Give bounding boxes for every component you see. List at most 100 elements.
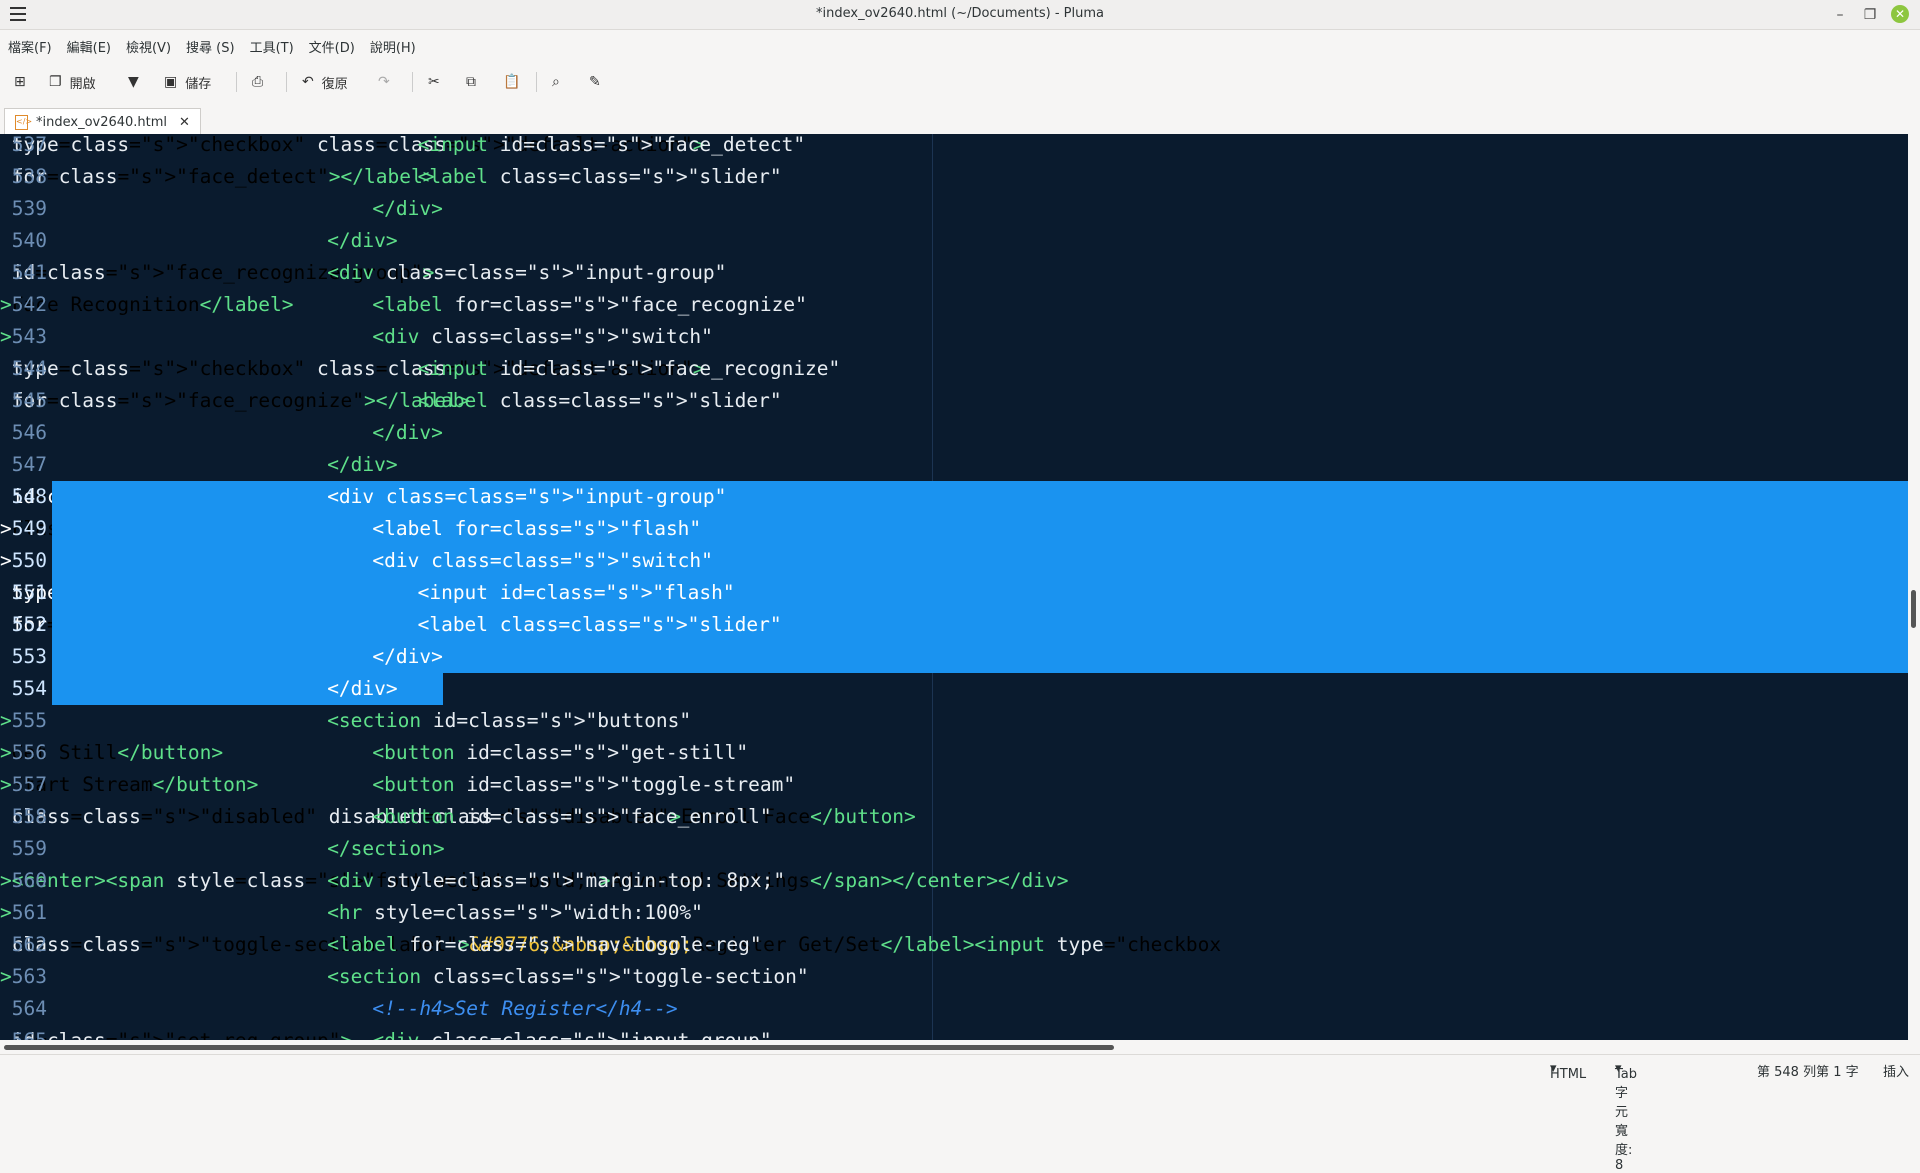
code-line[interactable]: 538 <label class=class="s">"slider" for=c… (0, 161, 1908, 193)
line-text: <input id=class="s">"face_detect" (417, 134, 806, 156)
close-icon[interactable]: ✕ (1891, 5, 1909, 23)
line-text: <div class=class="s">"switch" (372, 325, 713, 348)
code-line[interactable]: 545 <label class=class="s">"slider" for=c… (0, 385, 1908, 417)
code-line[interactable]: 563 <section class=class="s">"toggle-sect… (0, 961, 1908, 993)
code-line[interactable]: 555 <section id=class="s">"buttons" > (0, 705, 1908, 737)
paste-button[interactable]: 📋 (503, 70, 520, 94)
code-line[interactable]: 562 <label for=class="s">"nav-toggle-reg"… (0, 929, 1908, 961)
menu-view[interactable]: 檢視(V) (118, 30, 178, 56)
menu-documents[interactable]: 文件(D) (301, 30, 362, 56)
line-number: 552 (11, 613, 47, 636)
line-text: </div> (327, 677, 398, 700)
line-text: <div class=class="s">"input-group" (327, 485, 727, 508)
line-number: 558 (11, 805, 47, 828)
code-line[interactable]: 548 <div class=class="s">"input-group" id… (0, 481, 1908, 513)
code-line[interactable]: 551<input id=class="s">"flash" type=clas… (0, 577, 1908, 609)
menu-tools[interactable]: 工具(T) (242, 30, 301, 56)
code-line[interactable]: 539 </div> (0, 193, 1908, 225)
line-text: <label for=class="s">"nav-toggle-reg" (327, 933, 762, 956)
code-line[interactable]: 543 <div class=class="s">"switch" > (0, 321, 1908, 353)
line-text: <input id=class="s">"flash" (417, 581, 735, 604)
open-recent-dropdown[interactable]: ▼ (128, 70, 139, 94)
cut-button[interactable]: ✂ (428, 70, 440, 94)
line-number: 553 (11, 645, 47, 668)
line-text: <button id=class="s">"toggle-stream" (372, 773, 796, 796)
code-line[interactable]: 544 <input id=class="s">"face_recognize" … (0, 353, 1908, 385)
undo-button[interactable]: ↶ 復原 (302, 70, 348, 94)
restore-icon[interactable]: ❐ (1858, 3, 1882, 27)
html-file-icon: </> (15, 114, 32, 130)
menu-file[interactable]: 檔案(F) (0, 30, 59, 56)
line-number: 538 (11, 165, 47, 188)
line-number: 563 (11, 965, 47, 988)
code-line[interactable]: 564 <!--h4>Set Register</h4--> (0, 993, 1908, 1025)
new-file-icon: ⊞ (14, 74, 26, 90)
toolbar: ⊞ ❐ 開啟 ▼ ▣ 儲存 ⎙ ↶ 復原 ↷ ✂ ⧉ 📋 ⌕ ✎ (0, 62, 1920, 102)
menu-help[interactable]: 說明(H) (362, 30, 423, 56)
close-tab-icon[interactable]: ✕ (179, 115, 190, 130)
chevron-down-icon: ▼ (128, 74, 139, 90)
line-number: 545 (11, 389, 47, 412)
code-line[interactable]: 558 <button id=class="s">"face_enroll" cl… (0, 801, 1908, 833)
code-line[interactable]: 542 <label for=class="s">"face_recognize"… (0, 289, 1908, 321)
line-text: <hr style=class="s">"width:100%" (327, 901, 703, 924)
tab-width-selector[interactable]: Tab 字元寬度: 8 ▾ (1615, 1061, 1637, 1173)
code-line[interactable]: 541 <div class=class="s">"input-group" id… (0, 257, 1908, 289)
code-line[interactable]: 559 </section> (0, 833, 1908, 865)
code-line[interactable]: 561 <hr style=class="s">"width:100%" > (0, 897, 1908, 929)
menu-bar: 檔案(F) 編輯(E) 檢視(V) 搜尋 (S) 工具(T) 文件(D) 說明(H) (0, 30, 1920, 60)
save-icon: ▣ (164, 74, 178, 90)
menu-edit[interactable]: 編輯(E) (59, 30, 118, 56)
copy-button[interactable]: ⧉ (466, 70, 476, 94)
code-line[interactable]: 554 </div> (0, 673, 1908, 705)
code-line[interactable]: 550 <div class=class="s">"switch" > (0, 545, 1908, 577)
code-line[interactable]: 557 <button id=class="s">"toggle-stream" >… (0, 769, 1908, 801)
code-line[interactable]: 547 </div> (0, 449, 1908, 481)
code-editor[interactable]: 537 <input id=class="s">"face_detect" typ… (0, 134, 1908, 1040)
vertical-scrollbar[interactable] (1908, 134, 1920, 1040)
cursor-position: 第 548 列第 1 字 (1757, 1065, 1859, 1080)
line-number: 559 (11, 837, 47, 860)
window-title: *index_ov2640.html (~/Documents) - Pluma (816, 6, 1104, 21)
print-icon: ⎙ (252, 74, 264, 90)
code-line[interactable]: 537 <input id=class="s">"face_detect" typ… (0, 134, 1908, 161)
paste-icon: 📋 (503, 74, 521, 90)
replace-button[interactable]: ✎ (589, 70, 601, 94)
tab-label: *index_ov2640.html (36, 114, 168, 130)
new-file-button[interactable]: ⊞ (14, 70, 26, 94)
code-line[interactable]: 556 <button id=class="s">"get-still" >Get … (0, 737, 1908, 769)
redo-button[interactable]: ↷ (378, 70, 390, 94)
code-line[interactable]: 565<div class=class="s">"input-group" id… (0, 1025, 1908, 1040)
line-number: 542 (11, 293, 47, 316)
save-button[interactable]: ▣ 儲存 (164, 70, 211, 94)
language-selector[interactable]: HTML ▾ (1550, 1061, 1586, 1082)
code-line[interactable]: 552<label class=class="s">"slider" for=c… (0, 609, 1908, 641)
line-number: 551 (11, 581, 47, 604)
tab-bar: </> *index_ov2640.html ✕ (0, 104, 1920, 135)
line-number: 557 (11, 773, 47, 796)
open-button[interactable]: ❐ 開啟 (49, 70, 96, 94)
code-line[interactable]: 546 </div> (0, 417, 1908, 449)
horizontal-scrollbar[interactable] (0, 1040, 1920, 1054)
line-text: <div style=class="s">"margin-top: 8px;" (327, 869, 786, 892)
line-number: 540 (11, 229, 47, 252)
line-number: 562 (11, 933, 47, 956)
search-button[interactable]: ⌕ (552, 70, 560, 94)
code-line[interactable]: 549<label for=class="s">"flash">Flash</l… (0, 513, 1908, 545)
line-text: <label for=class="s">"face_recognize" (372, 293, 807, 316)
menu-search[interactable]: 搜尋 (S) (178, 30, 242, 56)
print-button[interactable]: ⎙ (252, 70, 263, 94)
minimize-icon[interactable]: – (1828, 3, 1852, 27)
code-line[interactable]: 540 </div> (0, 225, 1908, 257)
line-text: <!--h4>Set Register</h4--> (372, 997, 678, 1020)
code-line[interactable]: 553 </div> (0, 641, 1908, 673)
insert-mode: 插入 (1883, 1065, 1910, 1080)
line-number: 560 (11, 869, 47, 892)
line-number: 544 (11, 357, 47, 380)
line-number: 550 (11, 549, 47, 572)
line-number: 537 (11, 134, 47, 156)
code-line[interactable]: 560 <div style=class="s">"margin-top: 8px… (0, 865, 1908, 897)
replace-icon: ✎ (589, 74, 601, 90)
line-text: <label class=class="s">"slider" (417, 613, 782, 636)
tab-document[interactable]: </> *index_ov2640.html ✕ (4, 108, 201, 135)
